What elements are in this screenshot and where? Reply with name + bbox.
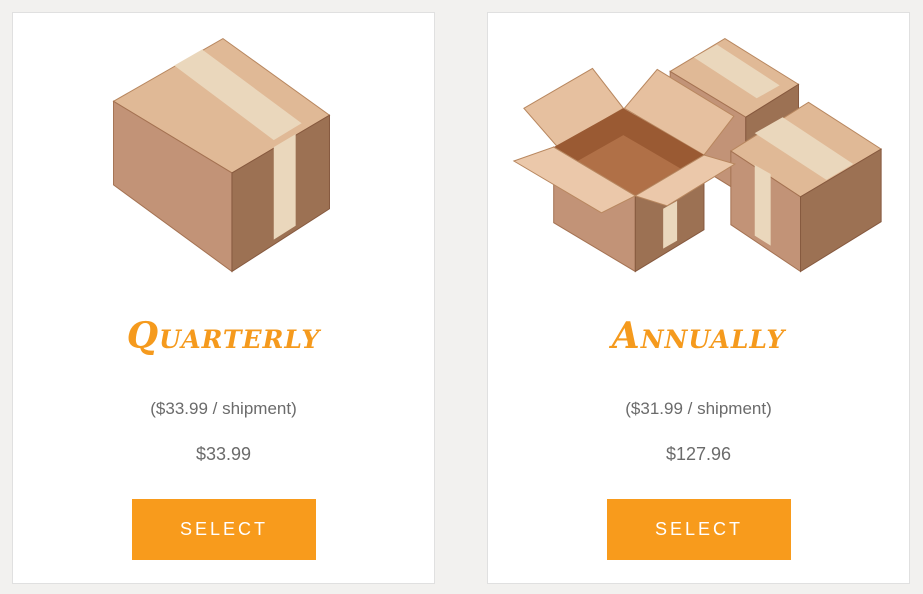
total-price: $127.96 <box>665 444 732 464</box>
total-price: $33.99 <box>195 444 252 464</box>
plan-card-annually: Annually ($31.99 / shipment) $127.96 SEL… <box>487 12 910 584</box>
per-shipment-price: ($33.99 / shipment) <box>150 399 297 418</box>
plan-card-quarterly: Quarterly ($33.99 / shipment) $33.99 SEL… <box>12 12 435 584</box>
open-boxes-image <box>488 31 909 296</box>
per-shipment-price: ($31.99 / shipment) <box>625 399 772 418</box>
plan-title: Quarterly <box>126 315 321 357</box>
select-quarterly-button[interactable]: SELECT <box>132 499 316 560</box>
closed-box-image <box>13 31 434 296</box>
select-annually-button[interactable]: SELECT <box>607 499 791 560</box>
plan-title: Annually <box>611 315 786 357</box>
